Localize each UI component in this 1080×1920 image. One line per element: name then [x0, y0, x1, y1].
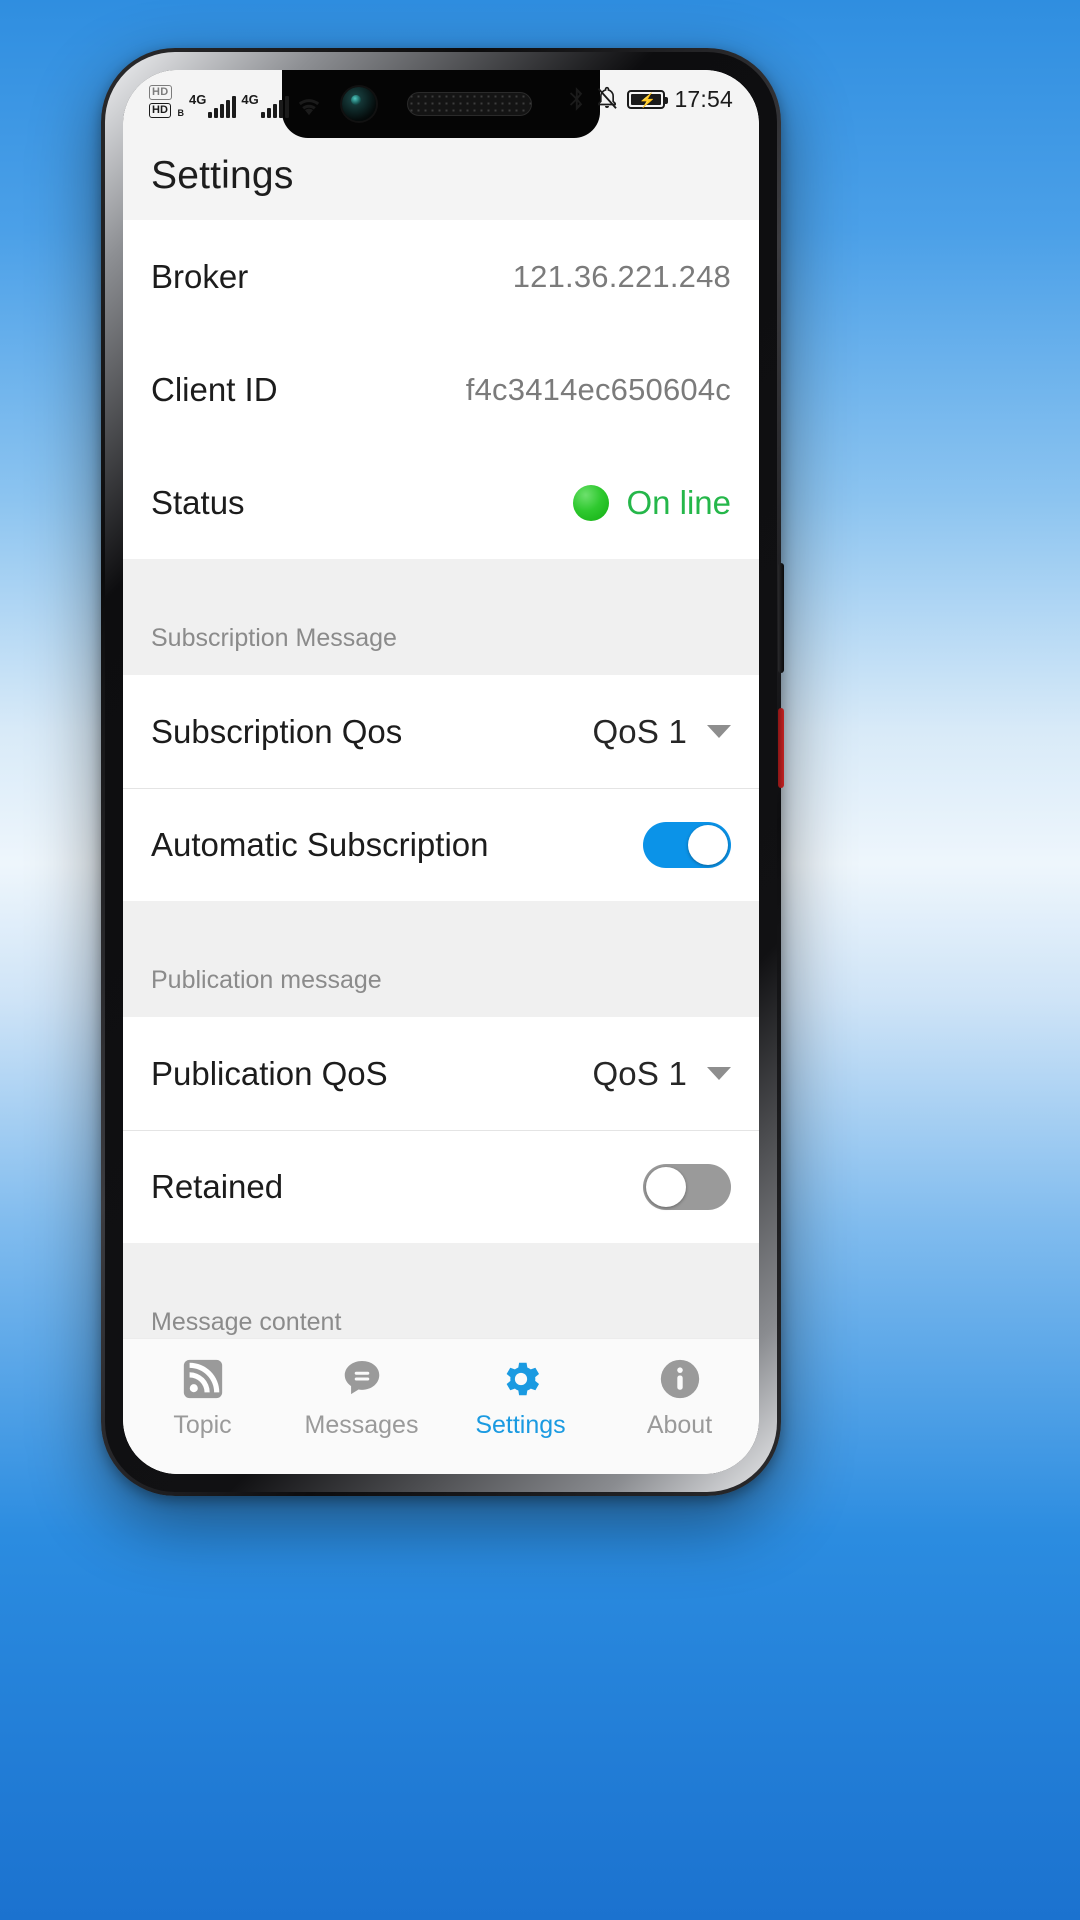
section-publication-message: Publication message — [123, 901, 759, 1017]
network-type-label-2: 4G — [241, 92, 259, 107]
row-subscription-qos[interactable]: Subscription Qos QoS 1 — [123, 675, 759, 788]
row-publication-qos[interactable]: Publication QoS QoS 1 — [123, 1017, 759, 1130]
broker-label: Broker — [151, 257, 249, 295]
status-text: On line — [626, 483, 731, 521]
toggle-knob — [688, 825, 728, 865]
section-publication-title: Publication message — [151, 966, 382, 994]
status-bar: HD HD B 4G 4G ⚡ 17:54 — [123, 70, 759, 138]
page-title: Settings — [151, 154, 294, 197]
nav-item-about[interactable]: About — [600, 1356, 759, 1440]
phone-screen-bezel: Settings Broker 121.36.221.248 Client ID… — [123, 70, 759, 1474]
power-button[interactable] — [778, 708, 784, 788]
phone-screen: Settings Broker 121.36.221.248 Client ID… — [123, 70, 759, 1474]
hd-sub-label: B — [177, 108, 185, 118]
automatic-subscription-toggle[interactable] — [643, 822, 731, 868]
publication-card: Publication QoS QoS 1 Retained — [123, 1017, 759, 1243]
chevron-down-icon — [707, 1067, 731, 1080]
nav-item-topic[interactable]: Topic — [123, 1356, 282, 1440]
battery-charging-icon: ⚡ — [627, 89, 669, 109]
publication-qos-label: Publication QoS — [151, 1054, 388, 1092]
row-retained[interactable]: Retained — [123, 1130, 759, 1243]
nav-item-messages[interactable]: Messages — [282, 1356, 441, 1440]
automatic-subscription-label: Automatic Subscription — [151, 826, 489, 863]
rss-feed-icon — [183, 1359, 222, 1398]
network-type-label-1: 4G — [189, 92, 207, 107]
charging-bolt-icon: ⚡ — [638, 91, 656, 108]
section-message-content: Message content — [123, 1243, 759, 1338]
nav-label-topic: Topic — [173, 1410, 232, 1439]
info-icon — [660, 1359, 699, 1398]
gear-icon — [506, 1362, 539, 1395]
nav-label-settings: Settings — [475, 1410, 566, 1439]
status-badge: On line — [573, 484, 731, 522]
client-id-label: Client ID — [151, 370, 278, 408]
signal-bars-icon — [208, 94, 237, 118]
row-automatic-subscription[interactable]: Automatic Subscription — [123, 788, 759, 901]
status-dot-icon — [573, 484, 610, 521]
connection-card: Broker 121.36.221.248 Client ID f4c3414e… — [123, 220, 759, 559]
publication-qos-value: QoS 1 — [592, 1054, 687, 1092]
chat-bubble-icon — [344, 1360, 379, 1394]
section-subscription-message: Subscription Message — [123, 559, 759, 675]
subscription-qos-label: Subscription Qos — [151, 712, 403, 750]
retained-label: Retained — [151, 1168, 284, 1205]
broker-value: 121.36.221.248 — [512, 258, 731, 294]
nav-item-settings[interactable]: Settings — [441, 1356, 600, 1440]
signal-sim2: 4G — [241, 92, 289, 118]
nav-label-about: About — [646, 1410, 713, 1439]
retained-toggle[interactable] — [643, 1164, 731, 1210]
phone-device-frame: Settings Broker 121.36.221.248 Client ID… — [101, 48, 784, 1496]
hd-badge: HD — [149, 103, 171, 118]
row-client-id[interactable]: Client ID f4c3414ec650604c — [123, 333, 759, 446]
settings-list: Broker 121.36.221.248 Client ID f4c3414e… — [123, 220, 759, 1338]
signal-bars-icon — [260, 94, 289, 118]
nav-label-messages: Messages — [304, 1410, 419, 1439]
section-subscription-title: Subscription Message — [151, 624, 397, 652]
notifications-off-icon — [598, 86, 618, 109]
client-id-value: f4c3414ec650604c — [465, 371, 731, 407]
subscription-card: Subscription Qos QoS 1 Automatic Subscri… — [123, 675, 759, 901]
row-status[interactable]: Status On line — [123, 446, 759, 559]
app-root: Settings Broker 121.36.221.248 Client ID… — [123, 70, 759, 1474]
volume-button[interactable] — [778, 563, 784, 673]
subscription-qos-select[interactable]: QoS 1 — [592, 713, 731, 751]
bluetooth-icon — [570, 87, 583, 111]
status-label: Status — [151, 483, 245, 521]
publication-qos-select[interactable]: QoS 1 — [592, 1055, 731, 1093]
status-bar-right: ⚡ 17:54 — [567, 84, 733, 114]
chevron-down-icon — [707, 725, 731, 738]
section-message-content-title: Message content — [151, 1308, 342, 1336]
toggle-knob — [646, 1167, 686, 1207]
volte-badge: HD — [149, 85, 172, 100]
status-bar-clock: 17:54 — [674, 85, 733, 112]
signal-sim1: 4G — [189, 92, 237, 118]
volte-hd-icon: HD HD — [149, 85, 172, 118]
status-bar-left: HD HD B 4G 4G — [149, 84, 324, 118]
bottom-navigation-bar: Topic Messages Settings About — [123, 1338, 759, 1474]
row-broker[interactable]: Broker 121.36.221.248 — [123, 220, 759, 333]
wifi-icon — [298, 99, 319, 116]
subscription-qos-value: QoS 1 — [592, 712, 687, 750]
